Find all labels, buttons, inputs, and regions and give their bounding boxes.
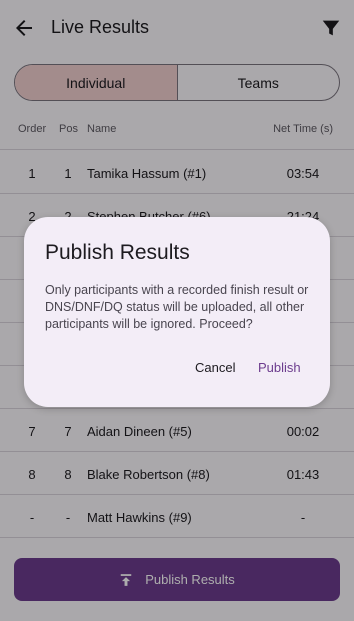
cancel-button[interactable]: Cancel [195, 360, 235, 375]
publish-confirm-button[interactable]: Publish [258, 360, 301, 375]
publish-dialog: Publish Results Only participants with a… [24, 217, 330, 407]
dialog-message: Only participants with a recorded finish… [45, 283, 309, 331]
dialog-title: Publish Results [45, 241, 190, 264]
live-results-screen: Live Results Individual Teams Order Pos … [0, 0, 354, 621]
